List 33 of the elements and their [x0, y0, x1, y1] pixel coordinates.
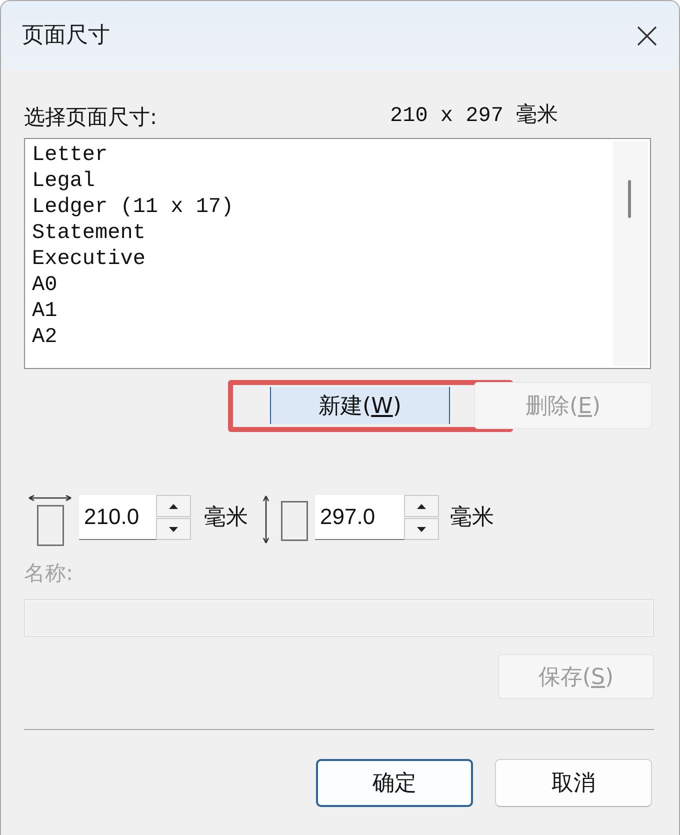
ok-button[interactable]: 确定: [316, 759, 473, 807]
height-field[interactable]: 297.0: [315, 495, 404, 540]
page-size-reading: 210 x 297 毫米: [390, 104, 558, 130]
list-item[interactable]: Legal: [32, 169, 96, 195]
window-title: 页面尺寸: [22, 22, 110, 50]
list-button[interactable]: 新建(W): [270, 387, 450, 424]
up-triangle-icon: [169, 504, 178, 508]
paper-size-list[interactable]: Letter Legal Ledger (11 x 17) Statement Executive A0 A1 A2: [24, 138, 651, 369]
list-item[interactable]: Ledger (11 x 17): [32, 195, 234, 221]
unit-label: 毫米: [204, 504, 248, 532]
down-triangle-icon: [417, 526, 426, 532]
list-item[interactable]: A0: [32, 273, 58, 299]
down-triangle-icon: [169, 526, 178, 532]
page-width-icon: [28, 495, 72, 546]
increment-button[interactable]: [404, 495, 439, 517]
list-item[interactable]: Statement: [32, 221, 146, 247]
list-item[interactable]: A2: [32, 325, 58, 351]
list-item[interactable]: Executive: [32, 247, 146, 273]
name-label: 名称:: [24, 560, 74, 587]
page-height-icon: [260, 495, 309, 544]
up-triangle-icon: [417, 504, 426, 508]
page-size-label: 选择页面尺寸:: [24, 104, 158, 130]
scrollbar[interactable]: [613, 141, 648, 366]
cancel-button[interactable]: 取消: [495, 759, 652, 807]
width-field[interactable]: 210.0: [79, 495, 156, 540]
increment-button[interactable]: [156, 495, 191, 517]
close-icon: [636, 24, 658, 46]
list-item[interactable]: Letter: [32, 143, 108, 169]
list-item[interactable]: A1: [32, 299, 58, 325]
scrollbar-thumb[interactable]: [628, 180, 631, 218]
decrement-button[interactable]: [156, 518, 191, 540]
unit-label: 毫米: [450, 504, 494, 532]
decrement-button[interactable]: [404, 518, 439, 540]
